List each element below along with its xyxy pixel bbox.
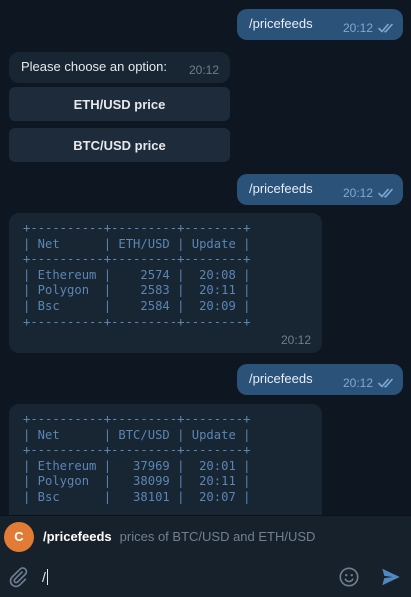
double-check-icon [378,188,393,198]
btc-price-table: +----------+---------+--------+ | Net | … [23,412,251,504]
double-check-icon [378,378,393,388]
message-meta: 20:12 [343,376,395,390]
send-icon[interactable] [380,566,402,588]
message-input-value: / [42,569,46,585]
bot-message-eth-table[interactable]: +----------+---------+--------+ | Net | … [9,213,322,353]
text-caret [46,569,48,585]
emoji-icon[interactable] [338,566,360,588]
eth-usd-price-button[interactable]: ETH/USD price [9,87,230,121]
double-check-icon [378,23,393,33]
message-text: /pricefeeds [249,371,313,386]
message-time: 20:12 [342,21,373,35]
message-text: /pricefeeds [249,16,313,31]
chat-history[interactable]: /pricefeeds 20:12 Please choose an optio… [0,0,411,515]
outgoing-message[interactable]: /pricefeeds 20:12 [237,364,403,395]
message-composer: / [0,557,411,597]
message-meta: 20:12 [343,21,395,35]
btc-usd-price-button[interactable]: BTC/USD price [9,128,230,162]
paperclip-icon[interactable] [7,566,29,588]
bot-message-btc-table[interactable]: +----------+---------+--------+ | Net | … [9,404,322,515]
message-time: 20:12 [342,186,373,200]
message-meta: 20:12 [343,186,395,200]
suggestion-description: prices of BTC/USD and ETH/USD [119,529,316,544]
command-suggestion[interactable]: C /pricefeeds prices of BTC/USD and ETH/… [0,515,411,557]
message-time: 20:12 [188,63,219,77]
message-time: 20:12 [280,333,311,347]
outgoing-message[interactable]: /pricefeeds 20:12 [237,174,403,205]
eth-price-table: +----------+---------+--------+ | Net | … [23,221,251,329]
message-text: /pricefeeds [249,181,313,196]
message-text: Please choose an option: [21,59,167,74]
outgoing-message[interactable]: /pricefeeds 20:12 [237,9,403,40]
suggestion-command: /pricefeeds [43,529,112,544]
bot-message[interactable]: Please choose an option: 20:12 [9,52,230,83]
message-input[interactable]: / [42,566,338,588]
avatar: C [4,521,34,552]
message-time: 20:12 [342,376,373,390]
